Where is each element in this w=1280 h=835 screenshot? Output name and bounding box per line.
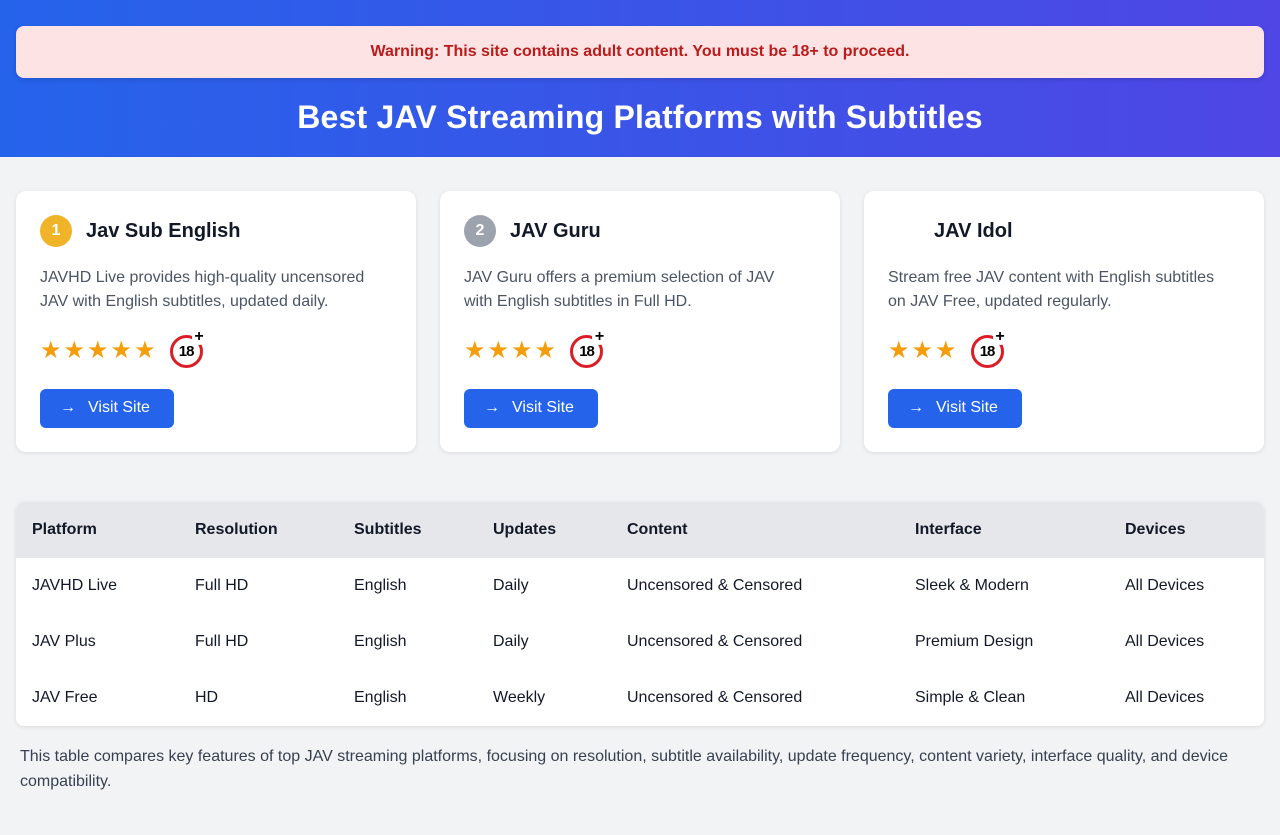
- visit-site-label: Visit Site: [88, 399, 150, 417]
- table-cell: All Devices: [1109, 558, 1264, 614]
- table-cell: JAV Free: [16, 670, 179, 726]
- column-header-subtitles: Subtitles: [338, 502, 477, 558]
- table-cell: English: [338, 670, 477, 726]
- visit-site-button[interactable]: → Visit Site: [464, 389, 598, 428]
- column-header-updates: Updates: [477, 502, 611, 558]
- table-cell: Full HD: [179, 614, 338, 670]
- adult-warning-banner: Warning: This site contains adult conten…: [16, 26, 1264, 78]
- main-content: 1 Jav Sub English JAVHD Live provides hi…: [0, 191, 1280, 795]
- rating-row: ★★★ 18 +: [888, 333, 1240, 369]
- adult-18plus-icon: 18 +: [971, 335, 1004, 368]
- page-title: Best JAV Streaming Platforms with Subtit…: [16, 99, 1264, 136]
- table-cell: All Devices: [1109, 614, 1264, 670]
- table-cell: All Devices: [1109, 670, 1264, 726]
- table-cell: Simple & Clean: [899, 670, 1109, 726]
- table-header-row: Platform Resolution Subtitles Updates Co…: [16, 502, 1264, 558]
- table-cell: HD: [179, 670, 338, 726]
- card-header: JAV Idol: [888, 215, 1240, 247]
- card-header: 2 JAV Guru: [464, 215, 816, 247]
- column-header-devices: Devices: [1109, 502, 1264, 558]
- platform-card-jav-guru: 2 JAV Guru JAV Guru offers a premium sel…: [440, 191, 840, 452]
- rank-1-badge: 1: [40, 215, 72, 247]
- comparison-table: Platform Resolution Subtitles Updates Co…: [16, 502, 1264, 726]
- star-rating-icon: ★★★★: [464, 339, 558, 363]
- card-description: Stream free JAV content with English sub…: [888, 266, 1228, 314]
- rank-2-badge: 2: [464, 215, 496, 247]
- table-row-jav-free: JAV Free HD English Weekly Uncensored & …: [16, 670, 1264, 726]
- platform-card-jav-sub-english: 1 Jav Sub English JAVHD Live provides hi…: [16, 191, 416, 452]
- table-cell: Premium Design: [899, 614, 1109, 670]
- card-title: Jav Sub English: [86, 220, 240, 243]
- table-cell: English: [338, 558, 477, 614]
- card-header: 1 Jav Sub English: [40, 215, 392, 247]
- table-cell: Daily: [477, 558, 611, 614]
- rating-row: ★★★★ 18 +: [464, 333, 816, 369]
- table-description-note: This table compares key features of top …: [20, 745, 1235, 795]
- arrow-right-icon: →: [60, 400, 76, 416]
- card-title: JAV Guru: [510, 220, 601, 243]
- star-rating-icon: ★★★★★: [40, 339, 158, 363]
- table-cell: Full HD: [179, 558, 338, 614]
- arrow-right-icon: →: [484, 400, 500, 416]
- page-header: Warning: This site contains adult conten…: [0, 0, 1280, 157]
- table-cell: Weekly: [477, 670, 611, 726]
- card-title: JAV Idol: [934, 220, 1013, 243]
- table-cell: JAV Plus: [16, 614, 179, 670]
- column-header-resolution: Resolution: [179, 502, 338, 558]
- table-row-javhd-live: JAVHD Live Full HD English Daily Uncenso…: [16, 558, 1264, 614]
- column-header-interface: Interface: [899, 502, 1109, 558]
- card-description: JAVHD Live provides high-quality uncenso…: [40, 266, 380, 314]
- column-header-content: Content: [611, 502, 899, 558]
- rating-row: ★★★★★ 18 +: [40, 333, 392, 369]
- visit-site-button[interactable]: → Visit Site: [40, 389, 174, 428]
- table-cell: Daily: [477, 614, 611, 670]
- visit-site-button[interactable]: → Visit Site: [888, 389, 1022, 428]
- table-cell: Uncensored & Censored: [611, 558, 899, 614]
- table-cell: Sleek & Modern: [899, 558, 1109, 614]
- table-cell: Uncensored & Censored: [611, 670, 899, 726]
- adult-18plus-icon: 18 +: [170, 335, 203, 368]
- column-header-platform: Platform: [16, 502, 179, 558]
- star-rating-icon: ★★★: [888, 339, 959, 363]
- adult-18plus-icon: 18 +: [570, 335, 603, 368]
- table-cell: Uncensored & Censored: [611, 614, 899, 670]
- arrow-right-icon: →: [908, 400, 924, 416]
- visit-site-label: Visit Site: [936, 399, 998, 417]
- platform-cards-row: 1 Jav Sub English JAVHD Live provides hi…: [16, 191, 1264, 452]
- card-description: JAV Guru offers a premium selection of J…: [464, 266, 804, 314]
- table-cell: JAVHD Live: [16, 558, 179, 614]
- platform-card-jav-idol: JAV Idol Stream free JAV content with En…: [864, 191, 1264, 452]
- comparison-table-container: Platform Resolution Subtitles Updates Co…: [16, 502, 1264, 726]
- table-row-jav-plus: JAV Plus Full HD English Daily Uncensore…: [16, 614, 1264, 670]
- visit-site-label: Visit Site: [512, 399, 574, 417]
- table-cell: English: [338, 614, 477, 670]
- warning-text: Warning: This site contains adult conten…: [371, 43, 910, 61]
